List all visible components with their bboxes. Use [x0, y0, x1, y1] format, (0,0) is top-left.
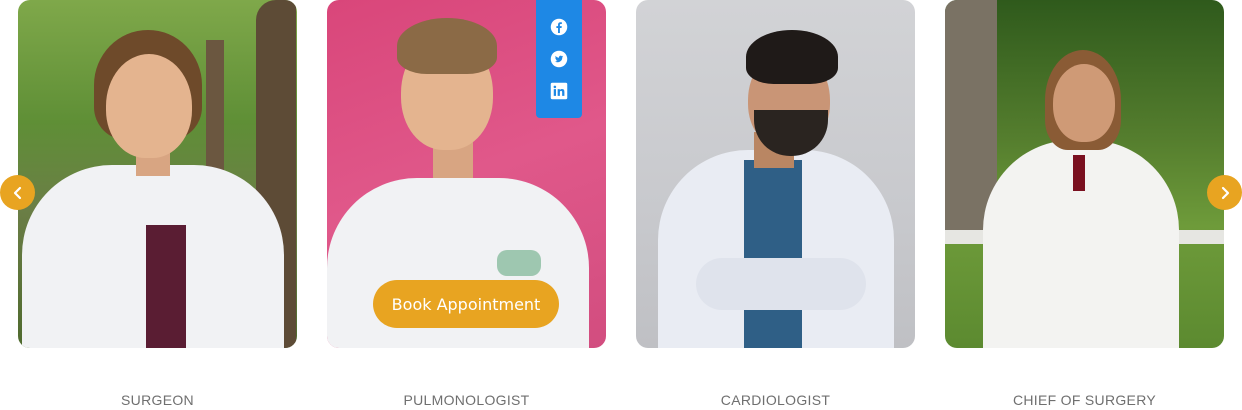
team-card-chief-of-surgery[interactable]: CHIEF OF SURGERY [945, 0, 1224, 408]
team-carousel: SURGEON Book Appointment PULMONOLOGIST C… [0, 0, 1242, 410]
role-label: SURGEON [121, 392, 194, 408]
book-appointment-button[interactable]: Book Appointment [373, 280, 559, 328]
role-label: PULMONOLOGIST [403, 392, 530, 408]
facebook-icon[interactable] [550, 18, 568, 36]
twitter-icon[interactable] [550, 50, 568, 68]
carousel-next-button[interactable] [1207, 175, 1242, 210]
role-label: CHIEF OF SURGERY [1012, 392, 1156, 408]
doctor-photo [945, 0, 1224, 348]
role-label: CARDIOLOGIST [720, 392, 831, 408]
team-card-pulmonologist[interactable]: Book Appointment PULMONOLOGIST [327, 0, 606, 408]
social-links [536, 0, 582, 118]
doctor-photo [18, 0, 297, 348]
chevron-right-icon [1221, 186, 1229, 199]
doctor-photo [636, 0, 915, 348]
team-card-cardiologist[interactable]: CARDIOLOGIST [636, 0, 915, 408]
doctor-photo: Book Appointment [327, 0, 606, 348]
carousel-prev-button[interactable] [0, 175, 35, 210]
linkedin-icon[interactable] [550, 82, 568, 100]
chevron-left-icon [13, 186, 21, 199]
team-card-surgeon[interactable]: SURGEON [18, 0, 297, 408]
